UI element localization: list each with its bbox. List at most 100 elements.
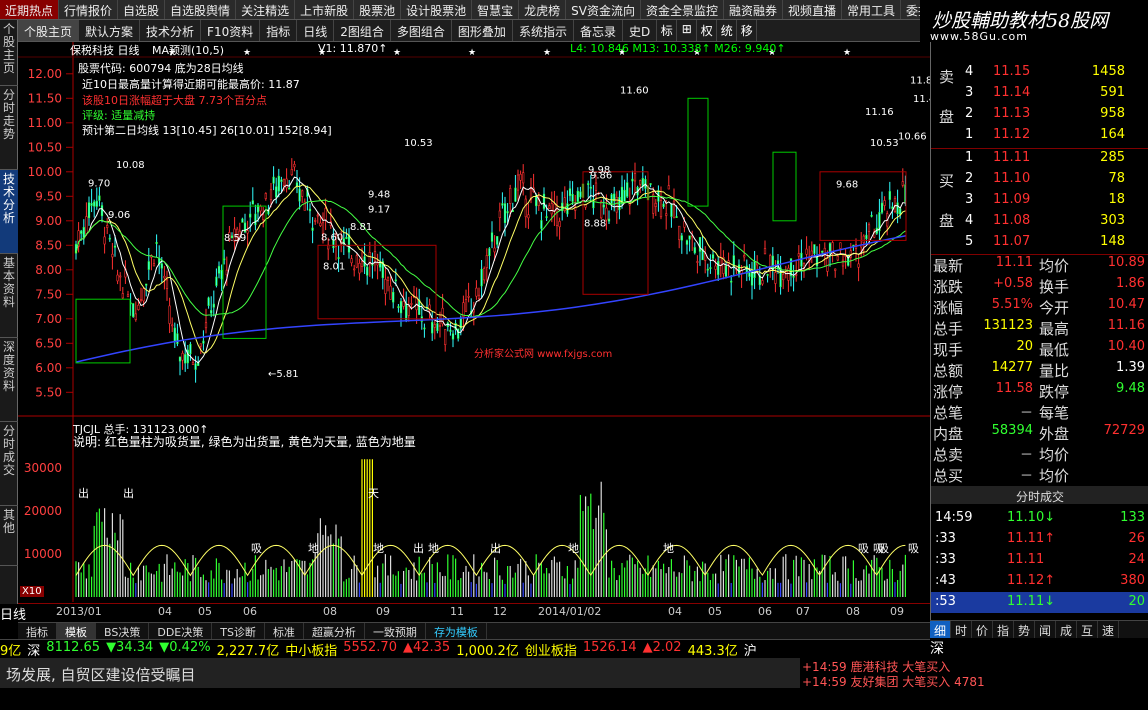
left-tab[interactable]: 基本资料 — [0, 254, 18, 338]
candle-body — [366, 266, 369, 276]
quote-tab[interactable]: 闻 — [1035, 621, 1056, 638]
left-tab[interactable]: 分时成交 — [0, 422, 18, 506]
stat-value: 1.86 — [1116, 276, 1145, 291]
toolbar-button[interactable]: 2图组合 — [334, 20, 391, 41]
candle-body — [191, 362, 195, 365]
indicator-tab[interactable]: 模板 — [57, 623, 96, 639]
candle-body — [277, 175, 280, 192]
signal-star: ★ — [243, 48, 251, 58]
price-annotation: 9.48 — [368, 189, 390, 200]
quote-tab[interactable]: 速 — [1098, 621, 1119, 638]
toolbar-button[interactable]: 备忘录 — [574, 20, 623, 41]
stat-label: 跌停 — [1039, 383, 1070, 401]
toolbar-button[interactable]: 日线 — [297, 20, 335, 41]
menu-item[interactable]: 自选股舆情 — [165, 0, 237, 19]
menu-item[interactable]: 设计股票池 — [401, 0, 473, 19]
quote-tab[interactable]: 价 — [972, 621, 993, 638]
toolbar-icon[interactable]: 权 — [697, 20, 718, 41]
buy-label: 盘 — [939, 212, 955, 230]
menu-item[interactable]: 自选股 — [118, 0, 166, 19]
toolbar-button[interactable]: 多图组合 — [391, 20, 452, 41]
menu-item[interactable]: 常用工具 — [842, 0, 902, 19]
quote-tab[interactable]: 势 — [1014, 621, 1035, 638]
menu-item[interactable]: 股票池 — [354, 0, 402, 19]
menu-item[interactable]: 融资融券 — [724, 0, 784, 19]
candle-body — [639, 180, 642, 185]
left-tab[interactable]: 其他 — [0, 506, 18, 566]
menu-item[interactable]: SV资金流向 — [566, 0, 641, 19]
toolbar-button[interactable]: 技术分析 — [140, 20, 202, 41]
candle-body — [763, 248, 767, 255]
candle-body — [350, 258, 353, 264]
quote-tab[interactable]: 互 — [1077, 621, 1098, 638]
volume-mark: 吸 — [858, 542, 869, 555]
kline-chart[interactable]: 12.00 11.50 11.00 10.50 10.00 9.50 9.00 8.50 8.0… — [18, 42, 930, 612]
menu-item[interactable]: 智慧宝 — [472, 0, 520, 19]
indicator-tab[interactable]: DDE决策 — [149, 623, 213, 639]
price-label: 9.00 — [35, 214, 62, 228]
candle-body — [353, 268, 356, 271]
signal-star: ★ — [393, 48, 401, 58]
signal-star: ★ — [468, 48, 476, 58]
left-tab[interactable]: 分时走势 — [0, 86, 18, 170]
toolbar-button[interactable]: 个股主页 — [18, 20, 80, 41]
left-tab[interactable]: 个股主页 — [0, 20, 18, 86]
candle-body — [857, 263, 860, 268]
indicator-tab[interactable]: 一致预期 — [365, 623, 426, 639]
toolbar-icon[interactable]: 统 — [717, 20, 738, 41]
quote-tab[interactable]: 指 — [993, 621, 1014, 638]
candle-body — [813, 244, 816, 254]
toolbar-button[interactable]: 史D — [623, 20, 658, 41]
toolbar-icon[interactable]: 标 — [657, 20, 678, 41]
candle-body — [147, 261, 150, 270]
main-menu: 近期热点 行情报价 自选股 自选股舆情 关注精选 上市新股 股票池 设计股票池 智慧宝 龙虎榜 SV… — [0, 0, 920, 20]
price-label: 8.00 — [35, 263, 62, 277]
candle-body — [308, 208, 312, 212]
candle-body — [719, 257, 722, 266]
left-tab[interactable]: 深度资料 — [0, 338, 18, 422]
indicator-tab[interactable]: TS诊断 — [212, 623, 265, 639]
menu-item[interactable]: 资金全景监控 — [641, 0, 724, 19]
menu-item[interactable]: 上市新股 — [295, 0, 355, 19]
menu-item[interactable]: 近期热点 — [0, 0, 60, 19]
date-label: 04 — [668, 605, 682, 618]
toolbar-icon[interactable]: 移 — [737, 20, 758, 41]
quote-tab[interactable]: 成 — [1056, 621, 1077, 638]
candle-body — [626, 182, 629, 197]
date-axis: 2013/01 04 05 06 08 09 11 12 2014/01/02 04 05 06 07 0… — [18, 603, 930, 620]
candle-body — [516, 174, 520, 191]
candle-body — [251, 200, 254, 205]
menu-item[interactable]: 关注精选 — [236, 0, 296, 19]
period-label[interactable]: 日线 — [0, 604, 50, 623]
indicator-tab[interactable]: BS决策 — [96, 623, 150, 639]
quote-tab[interactable]: 时 — [951, 621, 972, 638]
indicator-tab[interactable]: 指标 — [18, 623, 57, 639]
candle-body — [212, 303, 215, 308]
indicator-tab[interactable]: 标准 — [265, 623, 304, 639]
volume-mark: 地 — [308, 542, 319, 555]
candle-body — [815, 255, 819, 267]
indicator-tab[interactable]: 存为模板 — [426, 623, 487, 639]
candle-body — [654, 202, 657, 207]
menu-item[interactable]: 龙虎榜 — [519, 0, 567, 19]
ticks-header[interactable]: 分时成交 — [931, 486, 1148, 504]
left-tab[interactable]: 技术分析 — [0, 170, 18, 254]
toolbar-button[interactable]: 指标 — [260, 20, 298, 41]
candle-body — [173, 327, 176, 342]
news-item[interactable]: +14:59 友好集团 大笔买入 4781 — [802, 673, 985, 690]
toolbar-icon[interactable]: ⊞ — [677, 20, 698, 41]
menu-item[interactable]: 委托 — [901, 0, 920, 19]
candle-body — [407, 306, 410, 316]
vol-scale: X10 — [20, 586, 44, 597]
toolbar-button[interactable]: 图形叠加 — [452, 20, 513, 41]
menu-item[interactable]: 视频直播 — [783, 0, 843, 19]
toolbar-button[interactable]: 默认方案 — [79, 20, 141, 41]
indicator-tab[interactable]: 超赢分析 — [304, 623, 365, 639]
tick-row: :33 11.11 24 — [931, 550, 1148, 571]
quote-tab[interactable]: 细 — [930, 621, 951, 638]
index-field: 443.3亿 — [687, 644, 738, 658]
toolbar-button[interactable]: F10资料 — [201, 20, 261, 41]
menu-item[interactable]: 行情报价 — [59, 0, 119, 19]
toolbar-button[interactable]: 系统指示 — [513, 20, 574, 41]
candle-body — [641, 178, 644, 187]
